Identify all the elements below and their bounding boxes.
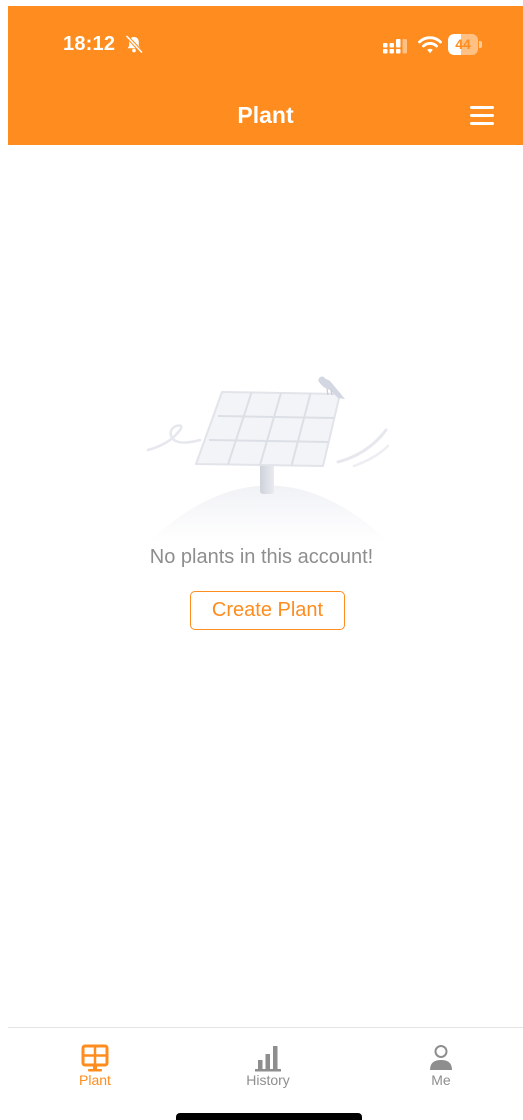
bar-chart-icon <box>255 1046 281 1072</box>
ground-hill <box>148 485 390 543</box>
tab-history-label: History <box>246 1072 290 1088</box>
wind-streak-1 <box>336 428 388 464</box>
wind-streak-2 <box>352 444 390 468</box>
tab-history[interactable]: History <box>208 1028 328 1094</box>
status-bar: 18:12 44 <box>8 6 523 86</box>
menu-line-top <box>470 106 494 109</box>
solar-panel-icon <box>81 1044 109 1072</box>
battery-body: 44 <box>448 34 478 55</box>
person-icon <box>430 1045 452 1070</box>
app-header: 18:12 44 Plant <box>8 6 523 145</box>
wind-swirl-left <box>146 424 202 452</box>
home-indicator <box>176 1113 362 1120</box>
menu-line-bottom <box>470 122 494 125</box>
solar-panel <box>195 391 341 467</box>
tab-plant-label: Plant <box>79 1072 111 1088</box>
page-title: Plant <box>237 102 294 128</box>
solar-panel-with-bird-illustration <box>146 376 390 543</box>
nav-bar: Plant <box>8 86 523 145</box>
menu-line-middle <box>470 114 494 117</box>
battery-tip <box>479 41 482 48</box>
battery-level: 44 <box>455 36 471 52</box>
battery-icon: 44 <box>448 34 482 55</box>
hamburger-menu-icon[interactable] <box>468 103 496 127</box>
app-screen: 18:12 44 Plant No plants in this account… <box>0 0 523 1120</box>
tab-me[interactable]: Me <box>381 1028 501 1094</box>
create-plant-button[interactable]: Create Plant <box>190 591 345 630</box>
tab-bar: Plant History Me <box>8 1027 523 1094</box>
wifi-icon <box>418 36 442 54</box>
empty-state-message: No plants in this account! <box>149 546 374 568</box>
status-time: 18:12 <box>63 33 116 55</box>
tab-me-label: Me <box>431 1072 451 1088</box>
signal-icon <box>383 39 407 54</box>
bell-slash-icon <box>125 34 144 54</box>
tab-plant[interactable]: Plant <box>35 1028 155 1094</box>
